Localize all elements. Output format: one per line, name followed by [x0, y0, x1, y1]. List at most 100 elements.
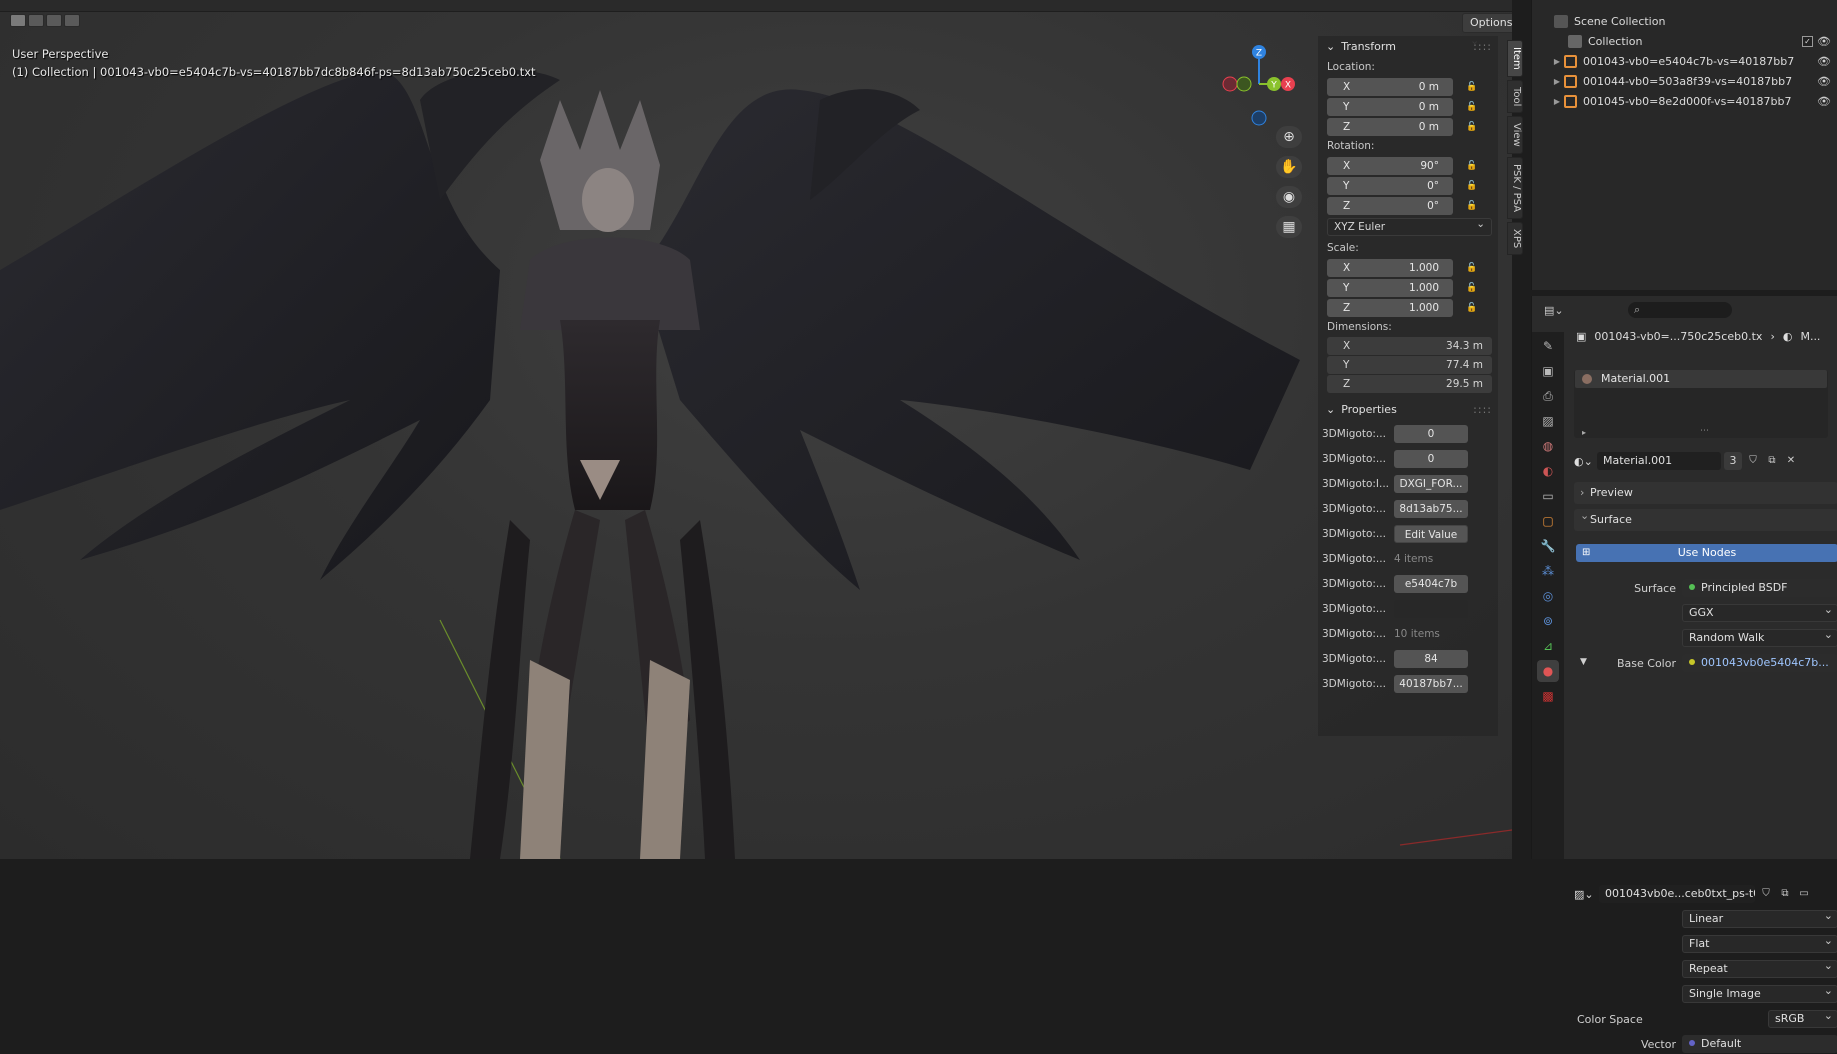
image-name-field[interactable]: 001043vb0e...ceb0txt_ps-t0.: [1599, 885, 1755, 903]
custom-property-value[interactable]: DXGI_FOR...: [1394, 474, 1468, 493]
fake-user-shield-icon[interactable]: ⛉: [1758, 886, 1774, 902]
scene-tab-icon[interactable]: ◍: [1537, 435, 1559, 457]
tab-tool[interactable]: Tool: [1507, 79, 1523, 114]
material-browse-icon[interactable]: ◐⌄: [1574, 455, 1594, 468]
gizmo-neg-y-icon[interactable]: [1236, 76, 1252, 92]
location-y-field[interactable]: Y 0 m: [1327, 97, 1453, 116]
custom-property-value[interactable]: e5404c7b: [1394, 574, 1468, 593]
folder-open-icon[interactable]: ▭: [1796, 886, 1812, 902]
lock-icon[interactable]: 🔓: [1465, 262, 1479, 274]
object-tab-icon[interactable]: ▢: [1537, 510, 1559, 532]
outliner-object-row[interactable]: ▶ 001045-vb0=8e2d000f-vs=40187bb7 👁: [1532, 91, 1837, 111]
custom-property-value[interactable]: 40187bb7...: [1394, 674, 1468, 693]
duplicate-icon[interactable]: ⧉: [1764, 453, 1780, 469]
outliner-object-row[interactable]: ▶ 001043-vb0=e5404c7b-vs=40187bb7 👁: [1532, 51, 1837, 71]
surface-shader-field[interactable]: Principled BSDF: [1682, 579, 1837, 597]
image-browse-icon[interactable]: ▨⌄: [1574, 888, 1596, 901]
expand-arrow-icon[interactable]: ▶: [1550, 97, 1564, 106]
color-space-dropdown[interactable]: sRGB: [1768, 1010, 1837, 1028]
interpolation-dropdown[interactable]: Linear: [1682, 910, 1837, 928]
eye-icon[interactable]: 👁: [1817, 75, 1831, 88]
vector-link-field[interactable]: Default: [1682, 1035, 1837, 1053]
lock-icon[interactable]: 🔓: [1465, 180, 1479, 192]
exclude-checkbox[interactable]: ✓: [1802, 35, 1813, 47]
subsurface-method-dropdown[interactable]: Random Walk: [1682, 629, 1837, 647]
resize-handle-icon[interactable]: ⋯: [1700, 426, 1709, 436]
lock-icon[interactable]: 🔓: [1465, 282, 1479, 294]
eye-icon[interactable]: 👁: [1817, 35, 1831, 48]
dimensions-y-field[interactable]: Y 77.4 m: [1327, 356, 1492, 374]
editor-type-icon[interactable]: ▤⌄: [1544, 304, 1570, 320]
custom-property-value[interactable]: 8d13ab75...: [1394, 499, 1468, 518]
select-intersect-icon[interactable]: [64, 14, 80, 27]
distribution-dropdown[interactable]: GGX: [1682, 604, 1837, 622]
dimensions-z-field[interactable]: Z 29.5 m: [1327, 375, 1492, 393]
unlink-x-icon[interactable]: ✕: [1783, 453, 1799, 469]
tab-view[interactable]: View: [1507, 116, 1523, 154]
gizmo-neg-z-icon[interactable]: [1251, 110, 1267, 126]
custom-property-value[interactable]: 84: [1394, 649, 1468, 668]
scale-z-field[interactable]: Z 1.000: [1327, 298, 1453, 317]
expand-arrow-icon[interactable]: ▶: [1550, 77, 1564, 86]
scene-collection-row[interactable]: Scene Collection: [1532, 11, 1837, 31]
location-z-field[interactable]: Z 0 m: [1327, 117, 1453, 136]
rotation-z-field[interactable]: Z 0°: [1327, 196, 1453, 215]
eye-icon[interactable]: 👁: [1817, 95, 1831, 108]
drag-handle-icon[interactable]: ::::: [1473, 399, 1492, 421]
grid-ortho-icon[interactable]: ▦: [1276, 216, 1302, 238]
texture-tab-icon[interactable]: ▩: [1537, 685, 1559, 707]
material-slot-item[interactable]: Material.001: [1575, 370, 1827, 388]
dimensions-x-field[interactable]: X 34.3 m: [1327, 337, 1492, 355]
output-tab-icon[interactable]: ⎙: [1537, 385, 1559, 407]
lock-icon[interactable]: 🔓: [1465, 121, 1479, 133]
expand-arrow-icon[interactable]: ▶: [1550, 57, 1564, 66]
scale-y-field[interactable]: Y 1.000: [1327, 278, 1453, 297]
tool-tab-icon[interactable]: ✎: [1537, 335, 1559, 357]
tab-xps[interactable]: XPS: [1507, 222, 1523, 256]
navigation-gizmo[interactable]: Z X Y: [1218, 40, 1300, 130]
chevron-down-icon[interactable]: ▼: [1580, 657, 1587, 667]
hand-pan-icon[interactable]: ✋: [1276, 156, 1302, 178]
duplicate-icon[interactable]: ⧉: [1777, 886, 1793, 902]
rotation-x-field[interactable]: X 90°: [1327, 156, 1453, 175]
gizmo-neg-x-icon[interactable]: [1222, 76, 1238, 92]
select-new-icon[interactable]: [10, 14, 26, 27]
material-name-field[interactable]: Material.001: [1597, 452, 1721, 470]
properties-panel-header[interactable]: ⌄ Properties::::: [1318, 399, 1498, 421]
camera-icon[interactable]: ◉: [1276, 186, 1302, 208]
material-users-count[interactable]: 3: [1724, 452, 1742, 470]
particles-tab-icon[interactable]: ⁂: [1537, 560, 1559, 582]
world-tab-icon[interactable]: ◐: [1537, 460, 1559, 482]
select-mode-icons[interactable]: [10, 14, 80, 27]
eye-icon[interactable]: 👁: [1817, 55, 1831, 68]
select-extend-icon[interactable]: [28, 14, 44, 27]
location-x-field[interactable]: X 0 m: [1327, 77, 1453, 96]
lock-icon[interactable]: 🔓: [1465, 200, 1479, 212]
constraints-tab-icon[interactable]: ⊚: [1537, 610, 1559, 632]
rotation-y-field[interactable]: Y 0°: [1327, 176, 1453, 195]
data-tab-icon[interactable]: ⊿: [1537, 635, 1559, 657]
lock-icon[interactable]: 🔓: [1465, 81, 1479, 93]
scale-x-field[interactable]: X 1.000: [1327, 258, 1453, 277]
tab-item[interactable]: Item: [1507, 40, 1523, 77]
lock-icon[interactable]: 🔓: [1465, 302, 1479, 314]
render-tab-icon[interactable]: ▣: [1537, 360, 1559, 382]
drag-handle-icon[interactable]: ::::: [1473, 36, 1492, 58]
projection-dropdown[interactable]: Flat: [1682, 935, 1837, 953]
rotation-mode-dropdown[interactable]: XYZ Euler: [1327, 216, 1492, 236]
select-subtract-icon[interactable]: [46, 14, 62, 27]
3d-viewport[interactable]: User Perspective (1) Collection | 001043…: [0, 0, 1512, 859]
fake-user-shield-icon[interactable]: ⛉: [1745, 453, 1761, 469]
base-color-link-field[interactable]: 001043vb0e5404c7b...: [1682, 654, 1837, 672]
transform-panel-header[interactable]: ⌄ Transform::::: [1318, 36, 1498, 58]
view-layer-tab-icon[interactable]: ▨: [1537, 410, 1559, 432]
custom-property-value[interactable]: [1394, 599, 1468, 618]
custom-property-value[interactable]: 0: [1394, 449, 1468, 468]
extension-dropdown[interactable]: Repeat: [1682, 960, 1837, 978]
modifier-tab-icon[interactable]: 🔧: [1537, 535, 1559, 557]
preview-panel-header[interactable]: Preview: [1574, 482, 1837, 504]
image-source-dropdown[interactable]: Single Image: [1682, 985, 1837, 1003]
collection-tab-icon[interactable]: ▭: [1537, 485, 1559, 507]
edit-value-button[interactable]: Edit Value: [1394, 524, 1468, 543]
tab-psk-psa[interactable]: PSK / PSA: [1507, 156, 1523, 220]
